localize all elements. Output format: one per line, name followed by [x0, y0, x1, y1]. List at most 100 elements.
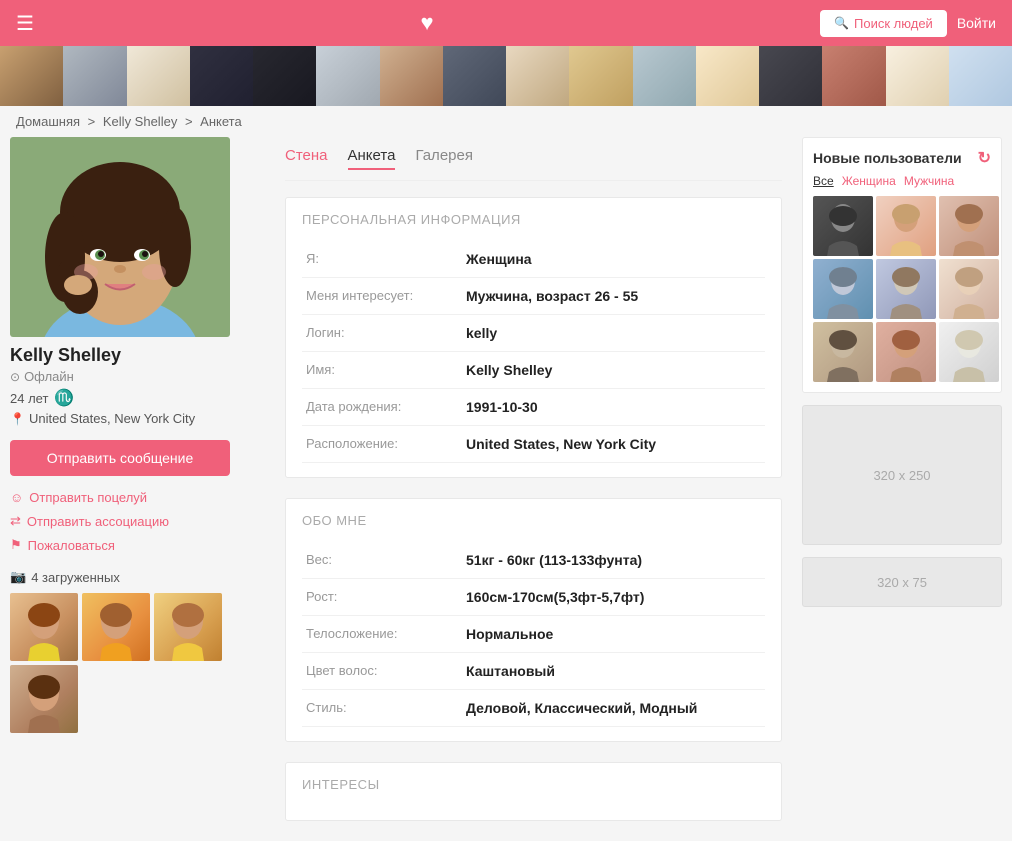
new-users-header: Новые пользователи ↻ — [813, 148, 991, 168]
profile-age-row: 24 лет ♏ — [10, 388, 265, 408]
info-label: Расположение: — [302, 426, 462, 463]
info-label: Телосложение: — [302, 616, 462, 653]
strip-photo-1 — [0, 46, 63, 106]
camera-icon: 📷 — [10, 569, 26, 585]
send-message-button[interactable]: Отправить сообщение — [10, 440, 230, 476]
user-thumb-2[interactable] — [876, 196, 936, 256]
user-thumb-5[interactable] — [876, 259, 936, 319]
filter-male[interactable]: Мужчина — [904, 174, 954, 188]
status-icon: ⊙ — [10, 370, 20, 384]
user-thumb-4[interactable] — [813, 259, 873, 319]
info-label: Я: — [302, 241, 462, 278]
left-column: Kelly Shelley ⊙ Офлайн 24 лет ♏ 📍 United… — [10, 137, 275, 841]
header-right: 🔍 Поиск людей Войти — [820, 10, 996, 37]
info-value: Деловой, Классический, Модный — [462, 690, 765, 727]
profile-age-text: 24 лет — [10, 391, 48, 406]
breadcrumb: Домашняя > Kelly Shelley > Анкета — [0, 106, 1012, 137]
user-thumb-7[interactable] — [813, 322, 873, 382]
send-association-link[interactable]: ⇄ Отправить ассоциацию — [10, 513, 265, 529]
kiss-icon: ☺ — [10, 490, 23, 505]
info-label: Меня интересует: — [302, 278, 462, 315]
breadcrumb-name[interactable]: Kelly Shelley — [103, 114, 177, 129]
ad-box-small: 320 x 75 — [802, 557, 1002, 607]
report-icon: ⚑ — [10, 537, 22, 553]
location-text: United States, New York City — [29, 411, 195, 426]
table-row: Стиль: Деловой, Классический, Модный — [302, 690, 765, 727]
filter-female[interactable]: Женщина — [842, 174, 896, 188]
breadcrumb-sep2: > — [185, 114, 193, 129]
strip-photo-11 — [633, 46, 696, 106]
profile-photo — [10, 137, 230, 337]
right-column: Новые пользователи ↻ Все Женщина Мужчина — [792, 137, 1002, 841]
info-value: 51кг - 60кг (113-133фунта) — [462, 542, 765, 579]
strip-photo-2 — [63, 46, 126, 106]
photo-thumb-2[interactable] — [82, 593, 150, 661]
tab-gallery[interactable]: Галерея — [415, 147, 473, 170]
new-users-filters: Все Женщина Мужчина — [813, 174, 991, 188]
info-label: Стиль: — [302, 690, 462, 727]
info-label: Вес: — [302, 542, 462, 579]
strip-photo-9 — [506, 46, 569, 106]
table-row: Расположение: United States, New York Ci… — [302, 426, 765, 463]
user-thumb-6[interactable] — [939, 259, 999, 319]
interests-title: ИНТЕРЕСЫ — [302, 777, 765, 796]
profile-location: 📍 United States, New York City — [10, 411, 265, 426]
breadcrumb-sep1: > — [88, 114, 96, 129]
table-row: Телосложение: Нормальное — [302, 616, 765, 653]
heart-icon: ♥ — [420, 10, 433, 36]
user-grid — [813, 196, 991, 382]
photos-count: 📷 4 загруженных — [10, 569, 265, 585]
photo-thumb-4[interactable] — [10, 665, 78, 733]
tab-profile[interactable]: Анкета — [348, 147, 396, 170]
user-thumb-9[interactable] — [939, 322, 999, 382]
about-me-table: Вес: 51кг - 60кг (113-133фунта) Рост: 16… — [302, 542, 765, 727]
strip-photo-6 — [316, 46, 379, 106]
table-row: Имя: Kelly Shelley — [302, 352, 765, 389]
table-row: Дата рождения: 1991-10-30 — [302, 389, 765, 426]
info-value: 160см-170см(5,3фт-5,7фт) — [462, 579, 765, 616]
send-kiss-link[interactable]: ☺ Отправить поцелуй — [10, 490, 265, 505]
strip-photo-7 — [380, 46, 443, 106]
kiss-label: Отправить поцелуй — [29, 490, 147, 505]
photo-thumb-3[interactable] — [154, 593, 222, 661]
interests-section: ИНТЕРЕСЫ — [285, 762, 782, 821]
breadcrumb-home[interactable]: Домашняя — [16, 114, 80, 129]
profile-status: ⊙ Офлайн — [10, 369, 265, 384]
strip-photo-5 — [253, 46, 316, 106]
table-row: Рост: 160см-170см(5,3фт-5,7фт) — [302, 579, 765, 616]
user-thumb-1[interactable] — [813, 196, 873, 256]
info-value: Женщина — [462, 241, 765, 278]
info-label: Логин: — [302, 315, 462, 352]
strip-photo-15 — [886, 46, 949, 106]
about-me-title: ОБО МНЕ — [302, 513, 765, 532]
new-users-title-text: Новые пользователи — [813, 150, 962, 166]
info-label: Цвет волос: — [302, 653, 462, 690]
user-thumb-8[interactable] — [876, 322, 936, 382]
report-link[interactable]: ⚑ Пожаловаться — [10, 537, 265, 553]
photo-thumb-1[interactable] — [10, 593, 78, 661]
profile-tabs: Стена Анкета Галерея — [285, 137, 782, 181]
photo-grid — [10, 593, 265, 733]
strip-photo-13 — [759, 46, 822, 106]
photo-strip — [0, 46, 1012, 106]
info-label: Дата рождения: — [302, 389, 462, 426]
user-thumb-3[interactable] — [939, 196, 999, 256]
new-users-box: Новые пользователи ↻ Все Женщина Мужчина — [802, 137, 1002, 393]
profile-name: Kelly Shelley — [10, 345, 265, 366]
table-row: Цвет волос: Каштановый — [302, 653, 765, 690]
info-value: Мужчина, возраст 26 - 55 — [462, 278, 765, 315]
main-layout: Kelly Shelley ⊙ Офлайн 24 лет ♏ 📍 United… — [0, 137, 1012, 841]
table-row: Вес: 51кг - 60кг (113-133фунта) — [302, 542, 765, 579]
table-row: Меня интересует: Мужчина, возраст 26 - 5… — [302, 278, 765, 315]
personal-info-section: ПЕРСОНАЛЬНАЯ ИНФОРМАЦИЯ Я: Женщина Меня … — [285, 197, 782, 478]
info-value: Нормальное — [462, 616, 765, 653]
header: ☰ ♥ 🔍 Поиск людей Войти — [0, 0, 1012, 46]
tab-wall[interactable]: Стена — [285, 147, 328, 170]
refresh-icon[interactable]: ↻ — [978, 148, 991, 168]
search-button[interactable]: 🔍 Поиск людей — [820, 10, 947, 37]
filter-all[interactable]: Все — [813, 174, 834, 188]
status-text: Офлайн — [24, 369, 74, 384]
menu-icon[interactable]: ☰ — [16, 11, 34, 36]
breadcrumb-page: Анкета — [200, 114, 242, 129]
login-button[interactable]: Войти — [957, 15, 996, 31]
